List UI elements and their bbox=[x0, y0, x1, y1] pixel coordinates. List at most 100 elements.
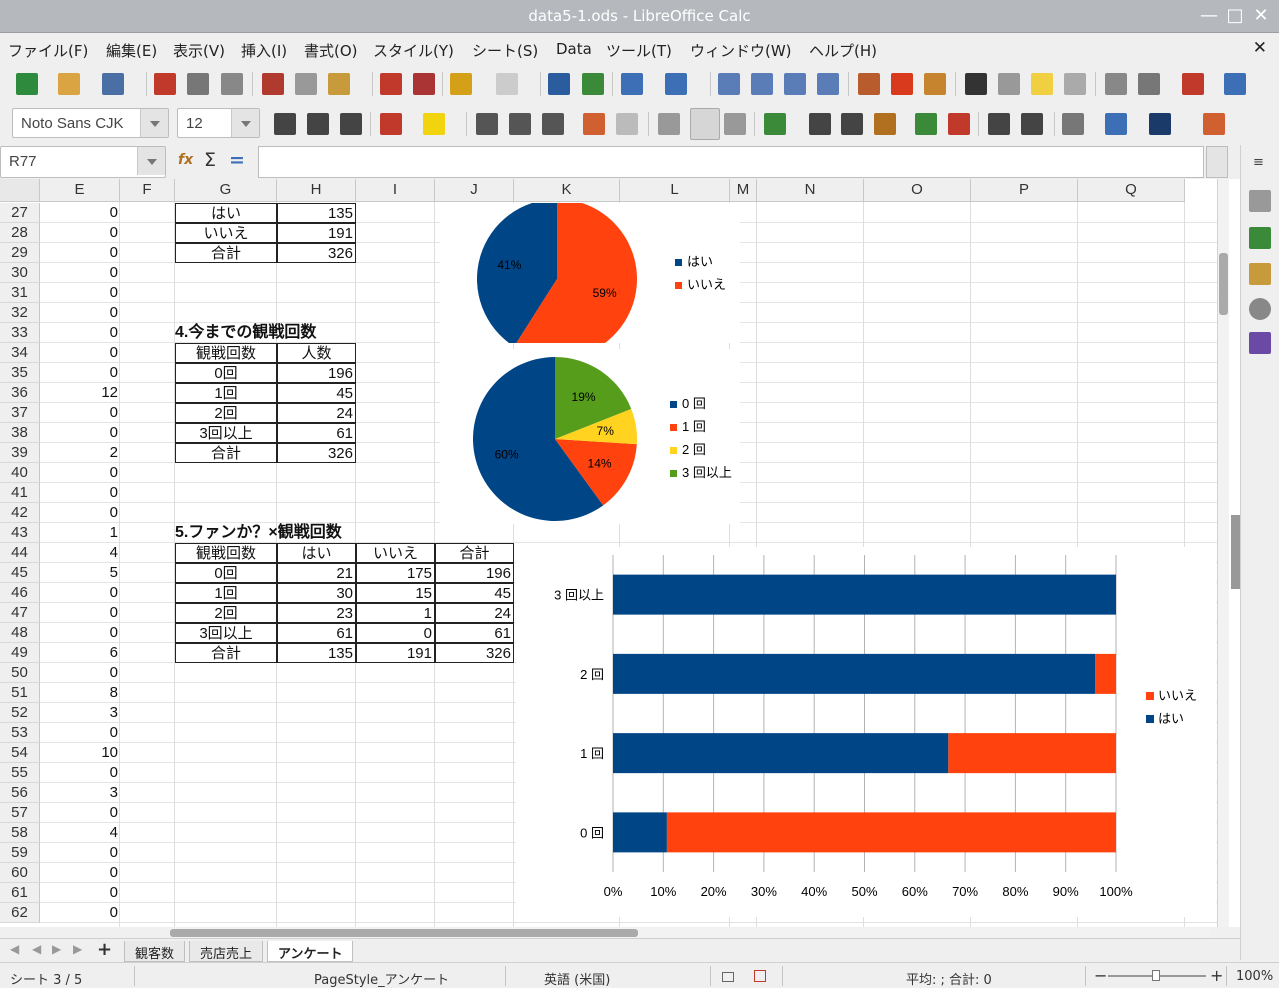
table2-value[interactable]: 61 bbox=[277, 423, 356, 443]
cell-e[interactable]: 0 bbox=[40, 243, 120, 263]
row-header[interactable]: 39 bbox=[0, 443, 40, 463]
delete-decimal-icon[interactable] bbox=[948, 113, 970, 135]
freeze-rows-columns-icon[interactable] bbox=[1138, 73, 1160, 95]
table3-value[interactable]: 23 bbox=[277, 603, 356, 623]
row-header[interactable]: 30 bbox=[0, 263, 40, 283]
row-header[interactable]: 52 bbox=[0, 703, 40, 723]
cell-e[interactable]: 0 bbox=[40, 883, 120, 903]
chevron-down-icon[interactable] bbox=[140, 109, 168, 137]
menu-format[interactable]: 書式(O) bbox=[304, 40, 358, 61]
table2-label[interactable]: 3回以上 bbox=[175, 423, 277, 443]
table3-value[interactable]: 24 bbox=[435, 603, 514, 623]
cell-e[interactable]: 0 bbox=[40, 623, 120, 643]
cell-e[interactable]: 0 bbox=[40, 423, 120, 443]
last-sheet-icon[interactable]: ▶ bbox=[73, 942, 82, 956]
show-draw-functions-icon[interactable] bbox=[1224, 73, 1246, 95]
name-box[interactable]: R77 bbox=[0, 146, 166, 178]
cell-e[interactable]: 8 bbox=[40, 683, 120, 703]
menu-sheet[interactable]: シート(S) bbox=[472, 40, 538, 61]
table3-value[interactable]: 15 bbox=[356, 583, 435, 603]
percent-icon[interactable] bbox=[809, 113, 831, 135]
underline-icon[interactable] bbox=[340, 113, 362, 135]
cell-e[interactable]: 0 bbox=[40, 663, 120, 683]
cell-e[interactable]: 5 bbox=[40, 563, 120, 583]
bold-icon[interactable] bbox=[274, 113, 296, 135]
row-header[interactable]: 53 bbox=[0, 723, 40, 743]
row-header[interactable]: 34 bbox=[0, 343, 40, 363]
print-icon[interactable] bbox=[187, 73, 209, 95]
table1-label[interactable]: はい bbox=[175, 203, 277, 223]
row-header[interactable]: 62 bbox=[0, 903, 40, 923]
column-header[interactable]: M bbox=[730, 179, 757, 202]
column-header[interactable]: E bbox=[40, 179, 120, 202]
cell-e[interactable]: 3 bbox=[40, 783, 120, 803]
menu-data[interactable]: Data bbox=[556, 40, 592, 58]
next-sheet-icon[interactable]: ▶ bbox=[52, 942, 61, 956]
row-header[interactable]: 28 bbox=[0, 223, 40, 243]
column-header[interactable]: H bbox=[277, 179, 356, 202]
font-name-box[interactable]: Noto Sans CJK bbox=[12, 108, 169, 138]
column-header[interactable]: Q bbox=[1078, 179, 1185, 202]
cell-e[interactable]: 2 bbox=[40, 443, 120, 463]
conditional-format-icon[interactable] bbox=[1203, 113, 1225, 135]
cell-e[interactable]: 0 bbox=[40, 863, 120, 883]
row-header[interactable]: 32 bbox=[0, 303, 40, 323]
merge-cells-icon[interactable] bbox=[616, 113, 638, 135]
table1-label[interactable]: いいえ bbox=[175, 223, 277, 243]
copy-icon[interactable] bbox=[295, 73, 317, 95]
cell-e[interactable]: 10 bbox=[40, 743, 120, 763]
font-color-icon[interactable] bbox=[380, 113, 402, 135]
horizontal-scroll-thumb[interactable] bbox=[170, 929, 638, 937]
minimize-icon[interactable]: — bbox=[1198, 5, 1220, 27]
status-language[interactable]: 英語 (米国) bbox=[544, 969, 610, 988]
table1-value[interactable]: 191 bbox=[277, 223, 356, 243]
row-header[interactable]: 29 bbox=[0, 243, 40, 263]
row-header[interactable]: 41 bbox=[0, 483, 40, 503]
cell-e[interactable]: 0 bbox=[40, 803, 120, 823]
tab-spectators[interactable]: 観客数 bbox=[124, 941, 186, 962]
select-all-corner[interactable] bbox=[0, 179, 40, 202]
sum-icon[interactable]: Σ bbox=[204, 149, 216, 171]
undo-icon[interactable] bbox=[450, 73, 472, 95]
cell-e[interactable]: 12 bbox=[40, 383, 120, 403]
menu-tools[interactable]: ツール(T) bbox=[606, 40, 672, 61]
number-format-icon[interactable] bbox=[841, 113, 863, 135]
table1-label[interactable]: 合計 bbox=[175, 243, 277, 263]
styles-icon[interactable] bbox=[1249, 227, 1271, 249]
special-character-icon[interactable] bbox=[965, 73, 987, 95]
cell-e[interactable]: 0 bbox=[40, 363, 120, 383]
cell-e[interactable]: 0 bbox=[40, 603, 120, 623]
cell-e[interactable]: 6 bbox=[40, 643, 120, 663]
zoom-out-icon[interactable]: − bbox=[1094, 966, 1107, 985]
row-icon[interactable] bbox=[621, 73, 643, 95]
table1-value[interactable]: 326 bbox=[277, 243, 356, 263]
menu-help[interactable]: ヘルプ(H) bbox=[809, 40, 877, 61]
spreadsheet-grid[interactable]: EFGHIJKLMNOPQ 27 28 29 30 31 32 33 34 35 36 37 38 39… bbox=[0, 179, 1240, 927]
cell-e[interactable]: 4 bbox=[40, 823, 120, 843]
column-header[interactable]: L bbox=[620, 179, 730, 202]
menu-file[interactable]: ファイル(F) bbox=[8, 40, 88, 61]
table3-value[interactable]: 61 bbox=[435, 623, 514, 643]
zoom-level[interactable]: 100% bbox=[1236, 969, 1273, 984]
gallery-icon[interactable] bbox=[1249, 263, 1271, 285]
table2-value[interactable]: 196 bbox=[277, 363, 356, 383]
pie-chart-fan[interactable]: 41% 59% はい いいえ bbox=[440, 199, 740, 359]
cell-e[interactable]: 0 bbox=[40, 203, 120, 223]
menu-edit[interactable]: 編集(E) bbox=[106, 40, 157, 61]
table3-header[interactable]: いいえ bbox=[356, 543, 435, 563]
increase-indent-icon[interactable] bbox=[988, 113, 1010, 135]
cell-e[interactable]: 0 bbox=[40, 483, 120, 503]
save-icon[interactable] bbox=[102, 73, 124, 95]
table2-label[interactable]: 1回 bbox=[175, 383, 277, 403]
status-page-style[interactable]: PageStyle_アンケート bbox=[314, 969, 449, 988]
row-header[interactable]: 43 bbox=[0, 523, 40, 543]
hyperlink-icon[interactable] bbox=[998, 73, 1020, 95]
column-header[interactable]: N bbox=[757, 179, 864, 202]
formula-icon[interactable]: = bbox=[229, 149, 245, 171]
table3-header[interactable]: 観戦回数 bbox=[175, 543, 277, 563]
cell-e[interactable]: 4 bbox=[40, 543, 120, 563]
document-modified-icon[interactable] bbox=[754, 970, 766, 982]
stacked-bar-chart[interactable]: 0% 10% 20% 30% 40% 50% 60% 70% 80% 90% 100% 0 回 1 回 2… bbox=[516, 547, 1216, 917]
formula-input[interactable] bbox=[258, 146, 1204, 178]
redo-icon[interactable] bbox=[496, 73, 518, 95]
